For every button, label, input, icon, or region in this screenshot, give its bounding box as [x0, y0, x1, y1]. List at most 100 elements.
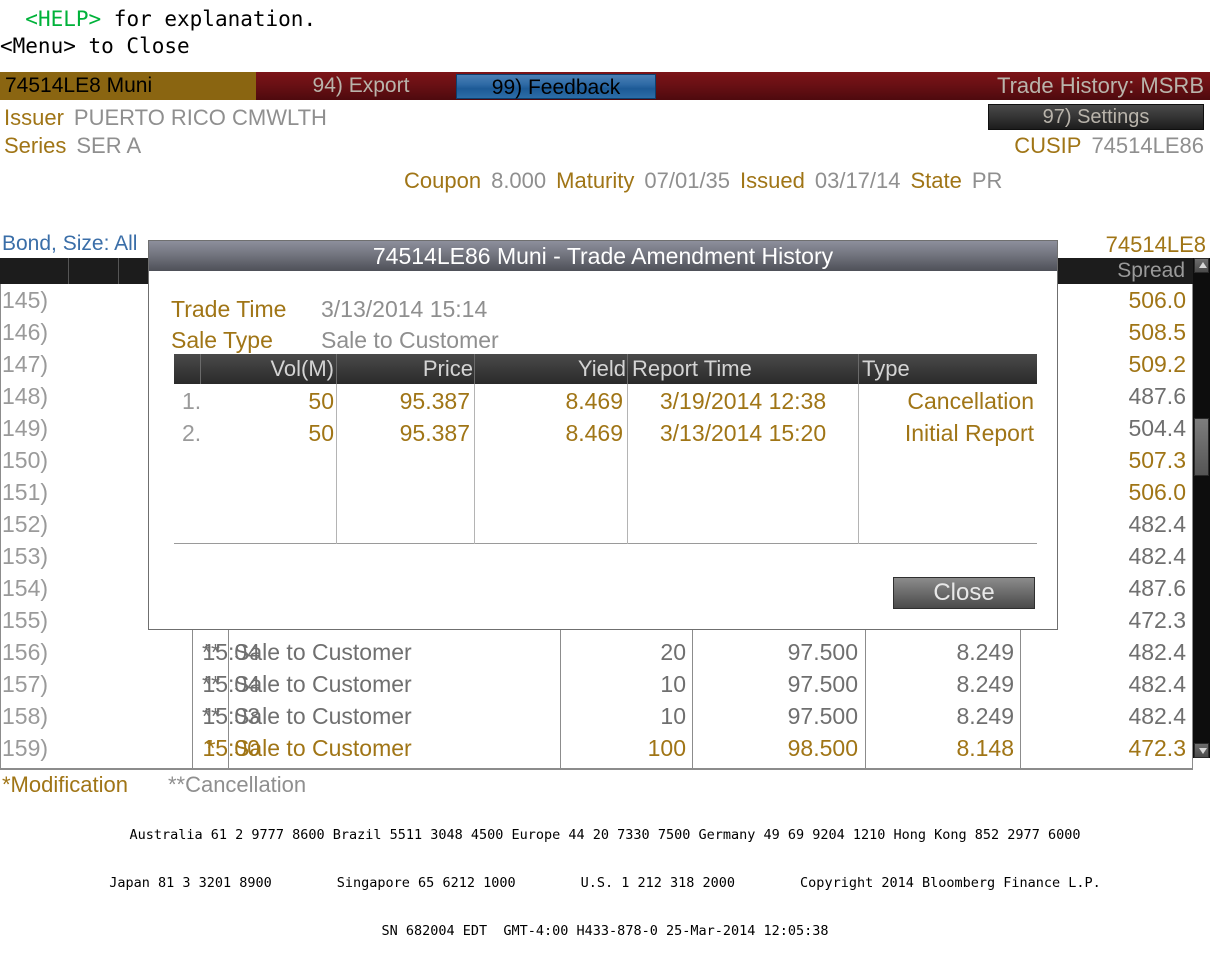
- page-title: Trade History: MSRB: [996, 73, 1204, 98]
- cell-n: 147): [2, 351, 49, 377]
- issued-label: Issued: [740, 168, 805, 193]
- column-header-price[interactable]: Price: [340, 354, 473, 384]
- cell-yield: 8.249: [956, 671, 1014, 697]
- cusip-value: 74514LE86: [1091, 133, 1204, 158]
- scrollbar-thumb[interactable]: [1194, 418, 1209, 476]
- series-label: Series: [4, 133, 67, 158]
- cell-yield: 8.249: [956, 703, 1014, 729]
- cell-flag: *: [206, 735, 216, 761]
- amendment-table-header: Vol(M) Price Yield Report Time Type: [174, 354, 1037, 384]
- trade-amendment-history-dialog: 74514LE86 Muni - Trade Amendment History…: [148, 240, 1058, 630]
- cusip-label: CUSIP: [1014, 133, 1082, 158]
- issued-value: 03/17/14: [814, 168, 901, 193]
- cell-size: 100: [647, 735, 686, 761]
- column-header-report-time[interactable]: Report Time: [632, 354, 852, 384]
- column-header-vol[interactable]: Vol(M): [202, 354, 334, 384]
- cell-n: 149): [2, 415, 49, 441]
- bloomberg-terminal-screen: <HELP> for explanation. <Menu> to Close …: [0, 0, 1210, 939]
- maturity-value: 07/01/35: [644, 168, 731, 193]
- state-label: State: [910, 168, 962, 193]
- cell-n: 150): [2, 447, 49, 473]
- chevron-up-icon: [1199, 262, 1207, 268]
- cell-spread: 482.4: [1128, 703, 1186, 729]
- legend-modification: *Modification: [2, 772, 128, 797]
- cell-yield: 8.469: [565, 420, 623, 446]
- filter-cusip: 74514LE8: [1105, 232, 1206, 257]
- cusip-row: CUSIP 74514LE86: [1014, 133, 1204, 159]
- cell-n: 1.: [182, 388, 202, 414]
- column-header-yield[interactable]: Yield: [478, 354, 626, 384]
- amendment-row[interactable]: 2. 50 95.387 8.469 3/13/2014 15:20 Initial Re…: [174, 417, 1037, 449]
- footer-line-1: Australia 61 2 9777 8600 Brazil 5511 304…: [129, 827, 1081, 843]
- cell-spread: 472.3: [1128, 735, 1186, 761]
- issuer-row: Issuer PUERTO RICO CMWLTH: [4, 105, 327, 131]
- maturity-label: Maturity: [556, 168, 635, 193]
- table-scrollbar[interactable]: [1193, 258, 1210, 758]
- issuer-value: PUERTO RICO CMWLTH: [73, 105, 327, 130]
- issuer-label: Issuer: [4, 105, 64, 130]
- cell-report_time: 3/19/2014 12:38: [659, 388, 827, 414]
- cell-price: 97.500: [787, 671, 858, 697]
- cell-price: 95.387: [399, 420, 470, 446]
- cell-n: 154): [2, 575, 49, 601]
- footer-line-2: Japan 81 3 3201 8900 Singapore 65 6212 1…: [109, 875, 1101, 891]
- sale-type-value: Sale to Customer: [321, 327, 499, 353]
- cell-sale_type: Sale to Customer: [234, 671, 412, 697]
- close-button[interactable]: Close: [893, 577, 1035, 609]
- chevron-down-icon: [1199, 748, 1207, 754]
- cell-sale_type: Sale to Customer: [234, 703, 412, 729]
- dialog-title: 74514LE86 Muni - Trade Amendment History: [149, 241, 1057, 271]
- cell-spread: 482.4: [1128, 671, 1186, 697]
- cell-n: 151): [2, 479, 49, 505]
- table-row[interactable]: 158) 15:03 ** Sale to Customer 10 97.500 8.249…: [0, 700, 1193, 732]
- menu-close-line[interactable]: <Menu> to Close: [0, 33, 190, 59]
- column-header-type[interactable]: Type: [862, 354, 1032, 384]
- help-text: for explanation.: [101, 7, 317, 31]
- legend-cancellation: **Cancellation: [167, 772, 307, 797]
- cell-type: Cancellation: [907, 388, 1034, 414]
- cell-n: 152): [2, 511, 49, 537]
- cell-price: 98.500: [787, 735, 858, 761]
- security-ticker-box[interactable]: 74514LE8 Muni: [0, 72, 256, 100]
- cell-size: 10: [660, 671, 686, 697]
- cell-spread: 482.4: [1128, 639, 1186, 665]
- help-tag[interactable]: <HELP>: [25, 7, 101, 31]
- table-row[interactable]: 159) 15:00 * Sale to Customer 100 98.500 8.148…: [0, 732, 1193, 764]
- scroll-up-button[interactable]: [1194, 258, 1209, 273]
- scroll-down-button[interactable]: [1194, 743, 1209, 758]
- cell-vol: 50: [308, 420, 334, 446]
- cell-size: 10: [660, 703, 686, 729]
- cell-n: 146): [2, 319, 49, 345]
- cell-sale_type: Sale to Customer: [234, 639, 412, 665]
- cell-price: 95.387: [399, 388, 470, 414]
- sale-type-label: Sale Type: [171, 327, 273, 353]
- series-value: SER A: [76, 133, 142, 158]
- cell-n: 158): [2, 703, 49, 729]
- help-indent: [0, 7, 25, 31]
- feedback-button[interactable]: 99) Feedback: [456, 74, 656, 99]
- trade-time-value: 3/13/2014 15:14: [321, 296, 488, 322]
- cell-n: 155): [2, 607, 49, 633]
- series-row: Series SER A: [4, 133, 141, 159]
- cell-n: 2.: [182, 420, 202, 446]
- footer: Australia 61 2 9777 8600 Brazil 5511 304…: [0, 795, 1210, 971]
- state-value: PR: [971, 168, 1003, 193]
- amendment-row[interactable]: 1. 50 95.387 8.469 3/19/2014 12:38 Cancellati…: [174, 385, 1037, 417]
- cell-yield: 8.148: [956, 735, 1014, 761]
- footer-line-3: SN 682004 EDT GMT-4:00 H433-878-0 25-Mar…: [381, 923, 829, 939]
- settings-button[interactable]: 97) Settings: [988, 104, 1204, 130]
- help-line: <HELP> for explanation.: [0, 6, 316, 32]
- cell-n: 159): [2, 735, 49, 761]
- coupon-value: 8.000: [491, 168, 547, 193]
- cell-n: 156): [2, 639, 49, 665]
- filter-bar[interactable]: Bond, Size: All: [2, 232, 137, 256]
- cell-price: 97.500: [787, 703, 858, 729]
- cell-flag: **: [202, 703, 220, 729]
- table-row[interactable]: 156) 15:04 ** Sale to Customer 20 97.500 8.249…: [0, 636, 1193, 668]
- amendment-table: Vol(M) Price Yield Report Time Type 1. 50…: [174, 354, 1037, 544]
- cell-n: 157): [2, 671, 49, 697]
- export-button[interactable]: 94) Export: [296, 72, 426, 100]
- cell-size: 20: [660, 639, 686, 665]
- table-row[interactable]: 157) 15:04 ** Sale to Customer 10 97.500 8.249…: [0, 668, 1193, 700]
- trade-time-label: Trade Time: [171, 296, 287, 322]
